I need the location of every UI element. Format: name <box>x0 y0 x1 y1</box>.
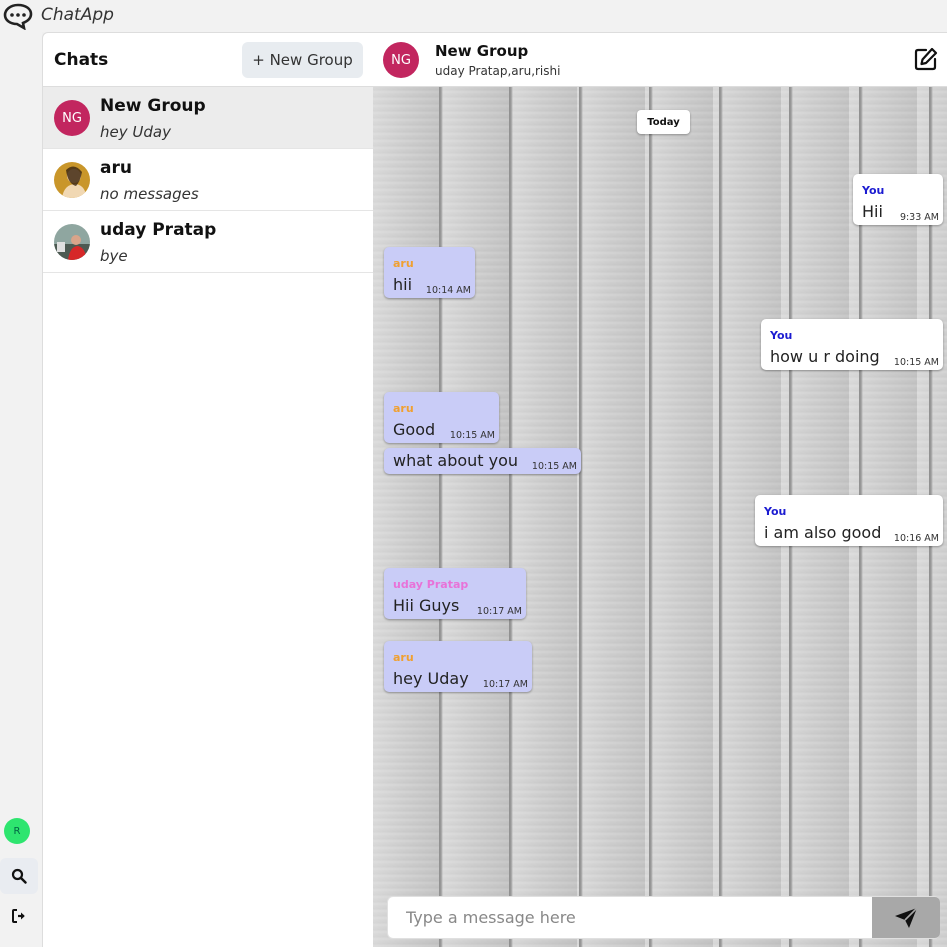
message-composer <box>387 896 940 939</box>
message-time: 9:33 AM <box>899 212 939 223</box>
message-bubble: aru hey Uday 10:17 AM <box>384 641 532 692</box>
chat-item-new-group[interactable]: NG New Group hey Uday <box>43 87 373 149</box>
avatar <box>54 224 90 260</box>
search-button[interactable] <box>0 858 38 894</box>
chat-name: New Group <box>100 96 206 116</box>
message-text: what about you <box>393 451 519 470</box>
chats-title: Chats <box>54 50 109 70</box>
title-bar: ChatApp <box>0 0 947 32</box>
message-area[interactable]: Today You Hii 9:33 AM aru hii 10:14 AM Y… <box>373 87 947 947</box>
message-text: i am also good <box>764 523 882 542</box>
message-time: 10:15 AM <box>531 461 577 472</box>
message-input[interactable] <box>388 897 872 938</box>
conversation-name: New Group <box>435 42 529 60</box>
profile-photo-icon <box>54 162 90 198</box>
message-sender: aru <box>393 402 414 415</box>
message-time: 10:17 AM <box>482 679 528 690</box>
logout-button[interactable] <box>0 898 38 934</box>
message-time: 10:15 AM <box>893 357 939 368</box>
chat-logo-icon <box>3 3 33 30</box>
chat-item-uday-pratap[interactable]: uday Pratap bye <box>43 211 373 273</box>
message-bubble: You how u r doing 10:15 AM <box>761 319 943 370</box>
message-sender: You <box>770 329 793 342</box>
message-text: how u r doing <box>770 347 880 366</box>
message-sender: aru <box>393 257 414 270</box>
group-avatar[interactable]: NG <box>383 42 419 78</box>
message-time: 10:14 AM <box>425 285 471 296</box>
new-group-button[interactable]: + New Group <box>242 42 363 78</box>
message-time: 10:16 AM <box>893 533 939 544</box>
chat-name: aru <box>100 158 132 178</box>
message-text: hii <box>393 275 413 294</box>
chat-list-panel: Chats + New Group NG New Group hey Uday … <box>42 32 373 947</box>
message-time: 10:15 AM <box>449 430 495 441</box>
send-icon <box>895 906 918 928</box>
message-bubble: aru hii 10:14 AM <box>384 247 475 298</box>
message-sender: aru <box>393 651 414 664</box>
profile-photo-icon <box>54 224 90 260</box>
avatar <box>54 162 90 198</box>
send-button[interactable] <box>872 897 940 938</box>
message-text: hey Uday <box>393 669 469 688</box>
message-bubble: You Hii 9:33 AM <box>853 174 943 225</box>
message-text: Good <box>393 420 436 439</box>
app-title: ChatApp <box>41 5 114 25</box>
conversation-members: uday Pratap,aru,rishi <box>435 64 561 78</box>
date-separator: Today <box>637 110 690 134</box>
chat-last-message: no messages <box>100 185 199 203</box>
message-bubble: aru Good 10:15 AM <box>384 392 499 443</box>
message-text: Hii Guys <box>393 596 460 615</box>
edit-icon[interactable] <box>913 46 939 72</box>
message-sender: You <box>862 184 885 197</box>
search-icon <box>11 868 27 884</box>
chat-item-aru[interactable]: aru no messages <box>43 149 373 211</box>
message-time: 10:17 AM <box>476 606 522 617</box>
message-sender: uday Pratap <box>393 578 469 591</box>
avatar: NG <box>54 100 90 136</box>
left-rail: R <box>0 32 42 947</box>
message-bubble: You i am also good 10:16 AM <box>755 495 943 546</box>
message-text: Hii <box>862 202 883 221</box>
message-sender: You <box>764 505 787 518</box>
chat-last-message: bye <box>100 247 128 265</box>
chat-name: uday Pratap <box>100 220 217 240</box>
chat-last-message: hey Uday <box>100 123 171 141</box>
conversation-header: NG New Group uday Pratap,aru,rishi <box>373 32 947 87</box>
message-bubble: what about you 10:15 AM <box>384 448 581 474</box>
user-avatar[interactable]: R <box>4 818 30 844</box>
message-bubble: uday Pratap Hii Guys 10:17 AM <box>384 568 526 619</box>
chat-list-header: Chats + New Group <box>43 33 373 87</box>
logout-icon <box>12 909 25 923</box>
